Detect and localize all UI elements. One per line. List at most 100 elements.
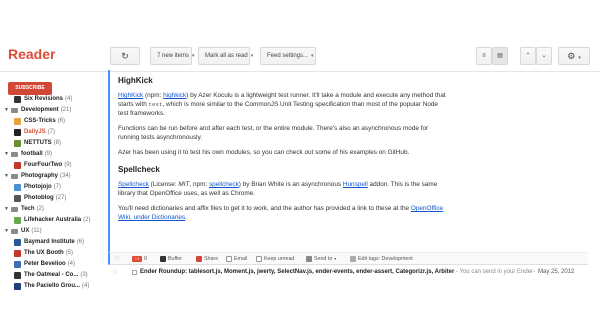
unread-count: (7): [53, 184, 62, 190]
send-icon: [306, 255, 312, 262]
item-snippet: - You can send in your Ender-: [454, 269, 536, 275]
sidebar-item-label: Baymard Institute: [24, 239, 75, 245]
star-icon[interactable]: ☆: [112, 266, 118, 279]
refresh-icon: ↻: [121, 51, 129, 61]
star-icon[interactable]: ☆: [114, 253, 120, 265]
sidebar-item-peter[interactable]: Peter Bevelioo (4): [0, 259, 108, 270]
sidebar-item-oatmeal[interactable]: The Oatmeal - Co... (3): [0, 270, 108, 281]
subscriptions-sidebar: Six Revisions (4) ▼ Development (21) CSS-T…: [0, 94, 108, 330]
unread-count: (6): [76, 239, 85, 245]
highkick-npm-link[interactable]: highkick: [163, 92, 186, 99]
feed-favicon-icon: [14, 96, 21, 103]
feed-favicon-icon: [14, 272, 21, 279]
sidebar-folder-photography[interactable]: ▼ Photography (34): [0, 171, 108, 182]
sidebar-item-label: UX: [21, 228, 30, 234]
sidebar-folder-tech[interactable]: ▼ Tech (2): [0, 204, 108, 215]
list-view-icon: ≡: [482, 53, 486, 59]
expanded-view-button[interactable]: ▤: [492, 47, 508, 65]
unread-count: (21): [60, 107, 72, 113]
list-item[interactable]: ☆ Ender Roundup: tablesort.js, Moment.js…: [108, 266, 588, 280]
sidebar-folder-ux[interactable]: ▼ UX (11): [0, 226, 108, 237]
sidebar-folder-development[interactable]: ▼ Development (21): [0, 105, 108, 116]
next-item-button[interactable]: ⌄: [536, 47, 552, 65]
gplus-icon: +1: [132, 255, 142, 262]
email-label: Email: [234, 256, 248, 262]
chevron-down-icon: ▾: [578, 55, 581, 61]
triangle-down-icon[interactable]: ▼: [4, 226, 9, 237]
sidebar-item-lifehacker[interactable]: Lifehacker Australia (2): [0, 215, 108, 226]
sidebar-item-label: DailyJS: [24, 129, 46, 135]
mark-all-label: Mark all as read: [205, 53, 248, 59]
feed-favicon-icon: [14, 184, 21, 191]
feed-settings-button[interactable]: Feed settings... ▾: [260, 47, 316, 65]
unread-count: (11): [31, 228, 42, 234]
sidebar-folder-football[interactable]: ▼ football (9): [0, 149, 108, 160]
unread-count: (6): [57, 118, 66, 124]
triangle-down-icon[interactable]: ▼: [4, 105, 9, 116]
sidebar-item-label: Photojojo: [24, 184, 52, 190]
sidebar-item-six-revisions[interactable]: Six Revisions (4): [0, 94, 108, 105]
sidebar-item-label: Development: [21, 107, 59, 113]
mark-all-read-button[interactable]: Mark all as read ▾: [198, 47, 253, 65]
sidebar-item-label: Peter Bevelioo: [24, 261, 66, 267]
sidebar-item-label: Tech: [21, 206, 35, 212]
sidebar-item-ux-booth[interactable]: The UX Booth (5): [0, 248, 108, 259]
feed-favicon-icon: [14, 250, 21, 257]
sidebar-item-photoblog[interactable]: Photoblog (27): [0, 193, 108, 204]
article-paragraph: HighKick (npm: highkick) by Azer Koculu …: [118, 92, 446, 117]
unread-count: (3): [80, 272, 88, 278]
unread-count: (4): [67, 261, 76, 267]
sidebar-item-label: The UX Booth: [24, 250, 64, 256]
sidebar-item-photojojo[interactable]: Photojojo (7): [0, 182, 108, 193]
feed-favicon-icon: [14, 217, 21, 224]
checkbox-icon[interactable]: [132, 270, 137, 275]
folder-icon: [11, 108, 18, 113]
sidebar-item-label: Photography: [21, 173, 58, 179]
item-date: May 25, 2012: [538, 269, 575, 275]
sidebar-item-paciello[interactable]: The Paciello Grou... (4): [0, 281, 108, 292]
share-button[interactable]: Share: [196, 253, 218, 265]
sidebar-item-css-tricks[interactable]: CSS-Tricks (6): [0, 116, 108, 127]
send-to-button[interactable]: Send to ▾: [306, 253, 336, 265]
chevron-down-icon: ⌄: [541, 53, 547, 59]
chevron-down-icon: ▾: [311, 53, 314, 59]
item-action-bar: ☆ +1 0 Buffer Share Email Keep unread Sen…: [108, 252, 588, 265]
sidebar-item-label: CSS-Tricks: [24, 118, 56, 124]
edit-tags-button[interactable]: Edit tags: Development: [350, 253, 413, 265]
sidebar-item-dailyjs[interactable]: DailyJS (7): [0, 127, 108, 138]
sidebar-item-baymard[interactable]: Baymard Institute (6): [0, 237, 108, 248]
sidebar-item-nettuts[interactable]: NETTUTS (8): [0, 138, 108, 149]
feed-favicon-icon: [14, 140, 21, 147]
spellcheck-npm-link[interactable]: spellcheck: [209, 181, 239, 188]
email-icon: [226, 255, 232, 262]
section-heading: Spellcheck: [118, 165, 160, 174]
refresh-button[interactable]: ↻: [110, 47, 140, 65]
hunspell-link[interactable]: Hunspell: [343, 181, 368, 188]
send-to-label: Send to: [314, 256, 333, 262]
list-view-button[interactable]: ≡: [476, 47, 492, 65]
highkick-link[interactable]: HighKick: [118, 92, 143, 99]
buffer-icon: [160, 255, 166, 262]
share-label: Share: [204, 256, 219, 262]
unread-count: (5): [65, 250, 74, 256]
feed-favicon-icon: [14, 129, 21, 136]
previous-item-button[interactable]: ⌃: [520, 47, 536, 65]
edit-tags-label: Edit tags: Development: [358, 256, 413, 262]
triangle-down-icon[interactable]: ▼: [4, 171, 9, 182]
spellcheck-link[interactable]: Spellcheck: [118, 181, 149, 188]
new-items-label: 7 new items: [157, 53, 190, 59]
unread-count: (7): [47, 129, 56, 135]
gplus-button[interactable]: +1 0: [132, 253, 147, 265]
buffer-button[interactable]: Buffer: [160, 253, 182, 265]
email-button[interactable]: Email: [226, 253, 247, 265]
tag-icon: [350, 255, 356, 262]
sidebar-item-fourfourtwo[interactable]: FourFourTwo (9): [0, 160, 108, 171]
feed-favicon-icon: [14, 162, 21, 169]
triangle-down-icon[interactable]: ▼: [4, 149, 9, 160]
new-items-dropdown[interactable]: 7 new items ▾: [150, 47, 195, 65]
feed-favicon-icon: [14, 195, 21, 202]
keep-unread-button[interactable]: Keep unread: [256, 253, 294, 265]
triangle-down-icon[interactable]: ▼: [4, 204, 9, 215]
sidebar-item-label: The Paciello Grou...: [24, 283, 81, 289]
settings-button[interactable]: ⚙ ▾: [558, 47, 590, 65]
